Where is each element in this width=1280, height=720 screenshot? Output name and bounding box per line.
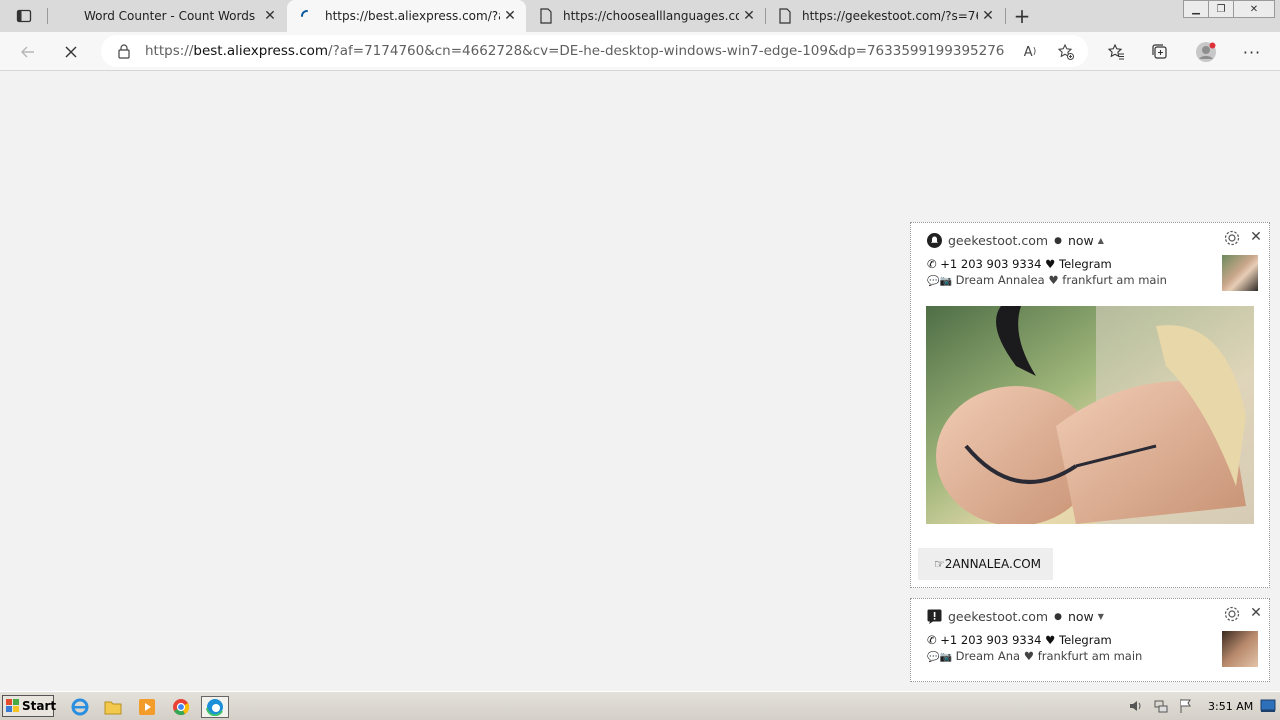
edge-icon[interactable] [201, 696, 229, 718]
notification-subtext: Dream Annalea ♥ frankfurt am main [955, 273, 1167, 287]
url-host: best.aliexpress.com [193, 43, 329, 59]
more-options-icon[interactable]: ··· [1238, 38, 1266, 66]
window-close-icon[interactable]: ✕ [1233, 0, 1275, 18]
notification-card[interactable]: geekestoot.com ● now ▲ ✕ ✆ +1 203 903 93… [910, 222, 1270, 588]
internet-explorer-icon[interactable] [69, 696, 91, 718]
notification-header: geekestoot.com ● now ▼ [927, 609, 1104, 624]
address-bar[interactable]: https://best.aliexpress.com/?af=7174760&… [101, 35, 1088, 67]
profile-avatar-icon[interactable] [1192, 38, 1220, 66]
close-icon[interactable]: ✕ [978, 6, 998, 26]
tab-separator [1005, 8, 1006, 24]
notification-subtext: Dream Ana ♥ frankfurt am main [955, 649, 1143, 663]
favorites-icon[interactable] [1102, 38, 1130, 66]
tab-title: https://choosealllanguages.com/ [563, 9, 739, 23]
tab-choosealllanguages[interactable]: https://choosealllanguages.com/ ✕ [527, 0, 765, 32]
tab-title: https://best.aliexpress.com/?af=7 [325, 9, 500, 23]
url-text[interactable]: https://best.aliexpress.com/?af=7174760&… [145, 43, 1005, 59]
action-center-flag-icon[interactable] [1178, 698, 1194, 714]
volume-icon[interactable] [1128, 698, 1144, 714]
notification-text: +1 203 903 9334 ♥ Telegram [940, 257, 1112, 271]
tab-separator [47, 8, 48, 24]
start-label: Start [22, 699, 57, 713]
tab-aliexpress[interactable]: https://best.aliexpress.com/?af=7 ✕ [287, 0, 526, 32]
media-player-icon[interactable] [136, 696, 158, 718]
chat-camera-icon: 💬📷 [927, 652, 952, 663]
page-icon [778, 8, 792, 24]
gear-icon[interactable] [1223, 605, 1241, 623]
back-icon[interactable] [14, 38, 42, 66]
action-label: ☞2ANNALEA.COM [934, 557, 1042, 571]
gear-icon[interactable] [1223, 229, 1241, 247]
start-button[interactable]: Start [2, 695, 57, 717]
notification-site: geekestoot.com [948, 233, 1049, 248]
tab-actions-icon[interactable] [6, 4, 42, 28]
add-favorite-icon[interactable] [1055, 41, 1077, 63]
notification-time: now [1067, 233, 1094, 248]
notification-thumbnail [1222, 631, 1258, 667]
expand-icon[interactable]: ▼ [1098, 612, 1104, 621]
browser-toolbar: https://best.aliexpress.com/?af=7174760&… [0, 32, 1280, 71]
bell-icon [927, 233, 942, 248]
show-desktop-icon[interactable] [1260, 698, 1276, 714]
phone-icon: ✆ [927, 633, 937, 647]
new-tab-icon[interactable]: + [1010, 4, 1034, 28]
url-path: /?af=7174760&cn=4662728&cv=DE-he-desktop… [328, 43, 1005, 59]
notification-hero-image [926, 306, 1254, 524]
notification-header: geekestoot.com ● now ▲ [927, 233, 1104, 248]
notification-action-button[interactable]: ☞2ANNALEA.COM [918, 548, 1053, 580]
collapse-icon[interactable]: ▲ [1098, 236, 1104, 245]
alert-icon [927, 609, 942, 624]
file-explorer-icon[interactable] [102, 696, 124, 718]
lock-icon[interactable] [117, 43, 131, 59]
close-icon[interactable]: ✕ [1248, 605, 1264, 621]
chrome-icon[interactable] [170, 696, 192, 718]
phone-icon: ✆ [927, 257, 937, 271]
close-icon[interactable]: ✕ [500, 6, 520, 26]
close-icon[interactable]: ✕ [1248, 229, 1264, 245]
notification-time: now [1067, 609, 1094, 624]
notification-line1: ✆ +1 203 903 9334 ♥ Telegram [927, 633, 1112, 647]
restore-icon[interactable]: ❐ [1208, 0, 1234, 18]
page-icon [539, 8, 553, 24]
stop-loading-icon[interactable] [57, 38, 85, 66]
separator-dot: ● [1054, 611, 1062, 622]
url-scheme: https:// [145, 43, 194, 59]
close-icon[interactable]: ✕ [739, 6, 759, 26]
chat-camera-icon: 💬📷 [927, 276, 952, 287]
loading-spinner-icon [299, 8, 315, 24]
notification-card[interactable]: geekestoot.com ● now ▼ ✕ ✆ +1 203 903 93… [910, 598, 1270, 682]
notification-text: +1 203 903 9334 ♥ Telegram [940, 633, 1112, 647]
notification-line1: ✆ +1 203 903 9334 ♥ Telegram [927, 257, 1112, 271]
notification-line2: 💬📷 Dream Annalea ♥ frankfurt am main [927, 273, 1167, 287]
notification-line2: 💬📷 Dream Ana ♥ frankfurt am main [927, 649, 1142, 663]
collections-icon[interactable] [1146, 38, 1174, 66]
tab-title: https://geekestoot.com/?s=7633 [802, 9, 978, 23]
notification-site: geekestoot.com [948, 609, 1049, 624]
windows-logo-icon [6, 699, 20, 713]
read-aloud-icon[interactable]: A) [1019, 41, 1041, 63]
tab-strip: Word Counter - Count Words ✕ https://bes… [0, 0, 1280, 32]
minimize-icon[interactable]: ▁ [1183, 0, 1209, 18]
network-icon[interactable] [1153, 698, 1169, 714]
notification-thumbnail [1222, 255, 1258, 291]
tab-title: Word Counter - Count Words [84, 9, 256, 23]
tab-geekestoot[interactable]: https://geekestoot.com/?s=7633 ✕ [766, 0, 1004, 32]
taskbar: Start 3:51 AM [0, 691, 1280, 720]
close-icon[interactable]: ✕ [260, 6, 280, 26]
tab-word-counter[interactable]: Word Counter - Count Words ✕ [60, 0, 286, 32]
separator-dot: ● [1054, 235, 1062, 246]
clock[interactable]: 3:51 AM [1208, 700, 1253, 713]
